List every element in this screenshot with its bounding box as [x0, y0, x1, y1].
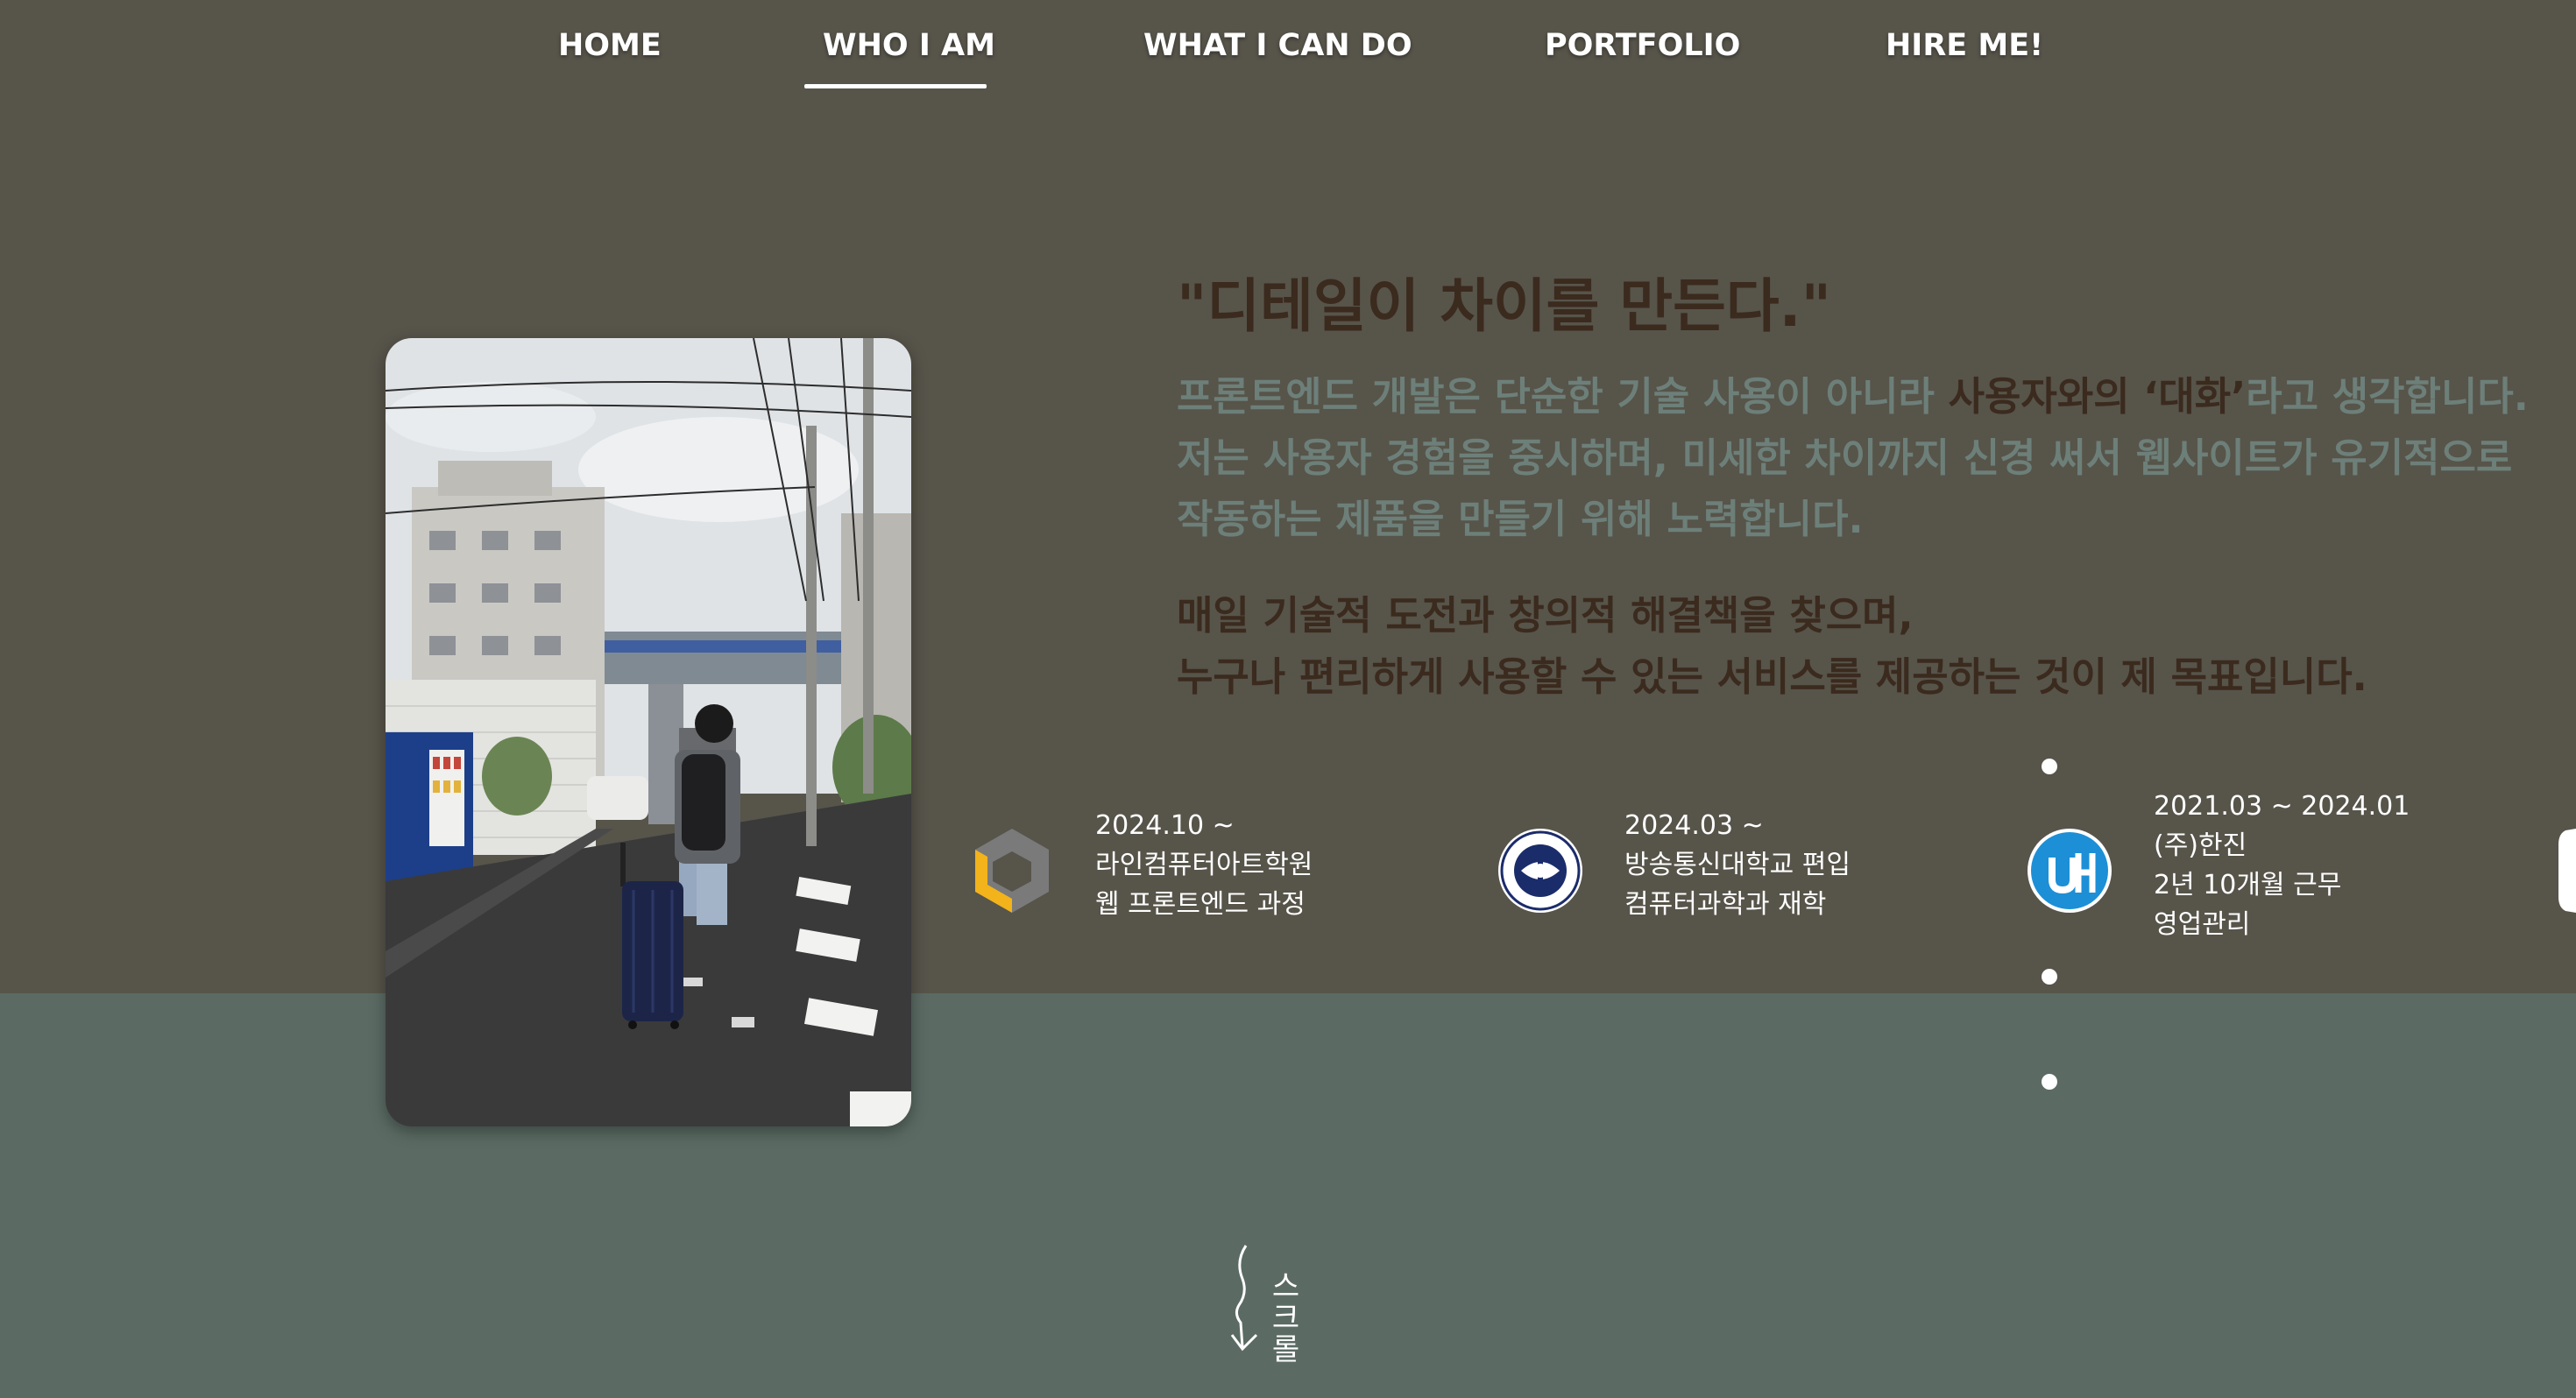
top-navigation: HOME WHO I AM WHAT I CAN DO PORTFOLIO HI…: [0, 0, 2576, 96]
nav-what-i-can-do[interactable]: WHAT I CAN DO: [1143, 28, 1412, 63]
timeline-item-3-line-3: 영업관리: [2154, 909, 2251, 940]
timeline-item-1: 2024.10 ~ 라인컴퓨터아트학원 웹 프론트엔드 과정: [1095, 806, 1313, 924]
scroll-hint[interactable]: 스크롤: [1227, 1244, 1358, 1375]
nav-active-underline: [804, 84, 987, 88]
timeline-item-1-date: 2024.10 ~: [1095, 810, 1235, 841]
carousel-dot-1[interactable]: [2042, 759, 2057, 774]
intro-paragraph-2: 매일 기술적 도전과 창의적 해결책을 찾으며, 누구나 편리하게 사용할 수 …: [1177, 585, 2367, 708]
intro-paragraph-2-line-1: 매일 기술적 도전과 창의적 해결책을 찾으며,: [1177, 592, 1914, 639]
timeline-item-2-line-1: 방송통신대학교 편입: [1624, 850, 1851, 880]
scroll-hint-label: 스크롤: [1265, 1270, 1300, 1365]
timeline-item-2-date: 2024.03 ~: [1624, 810, 1764, 841]
timeline-item-1-line-1: 라인컴퓨터아트학원: [1095, 850, 1313, 880]
nav-portfolio[interactable]: PORTFOLIO: [1545, 28, 1740, 63]
nav-home[interactable]: HOME: [558, 28, 662, 63]
timeline-item-2: 2024.03 ~ 방송통신대학교 편입 컴퓨터과학과 재학: [1624, 806, 1851, 924]
intro-paragraph-1-highlight: 사용자와의 ‘대화’: [1948, 373, 2247, 420]
intro-paragraph-1-text-a: 프론트엔드 개발은 단순한 기술 사용이 아니라: [1177, 373, 1949, 420]
intro-paragraph-1: 프론트엔드 개발은 단순한 기술 사용이 아니라 사용자와의 ‘대화’라고 생각…: [1177, 366, 2535, 550]
timeline-item-3-line-2: 2년 10개월 근무: [2154, 870, 2342, 900]
timeline-item-1-line-2: 웹 프론트엔드 과정: [1095, 889, 1306, 920]
nav-hire-me[interactable]: HIRE ME!: [1886, 28, 2043, 63]
intro-quote: "디테일이 차이를 만든다.": [1177, 272, 1831, 340]
profile-photo: [386, 338, 911, 1126]
timeline-item-2-line-2: 컴퓨터과학과 재학: [1624, 889, 1827, 920]
hanjin-logo-icon: [2026, 827, 2113, 914]
timeline-item-3-date: 2021.03 ~ 2024.01: [2154, 791, 2410, 822]
next-item-peek: [2555, 827, 2576, 914]
nav-who-i-am[interactable]: WHO I AM: [823, 28, 995, 63]
timeline-item-3: 2021.03 ~ 2024.01 (주)한진 2년 10개월 근무 영업관리: [2154, 787, 2410, 944]
carousel-dot-3[interactable]: [2042, 1074, 2057, 1090]
timeline-item-3-line-1: (주)한진: [2154, 830, 2247, 861]
hexagon-academy-logo-icon: [968, 827, 1056, 914]
university-seal-logo-icon: [1497, 827, 1584, 914]
intro-paragraph-2-line-2: 누구나 편리하게 사용할 수 있는 서비스를 제공하는 것이 제 목표입니다.: [1177, 653, 2367, 700]
carousel-dot-2[interactable]: [2042, 969, 2057, 985]
